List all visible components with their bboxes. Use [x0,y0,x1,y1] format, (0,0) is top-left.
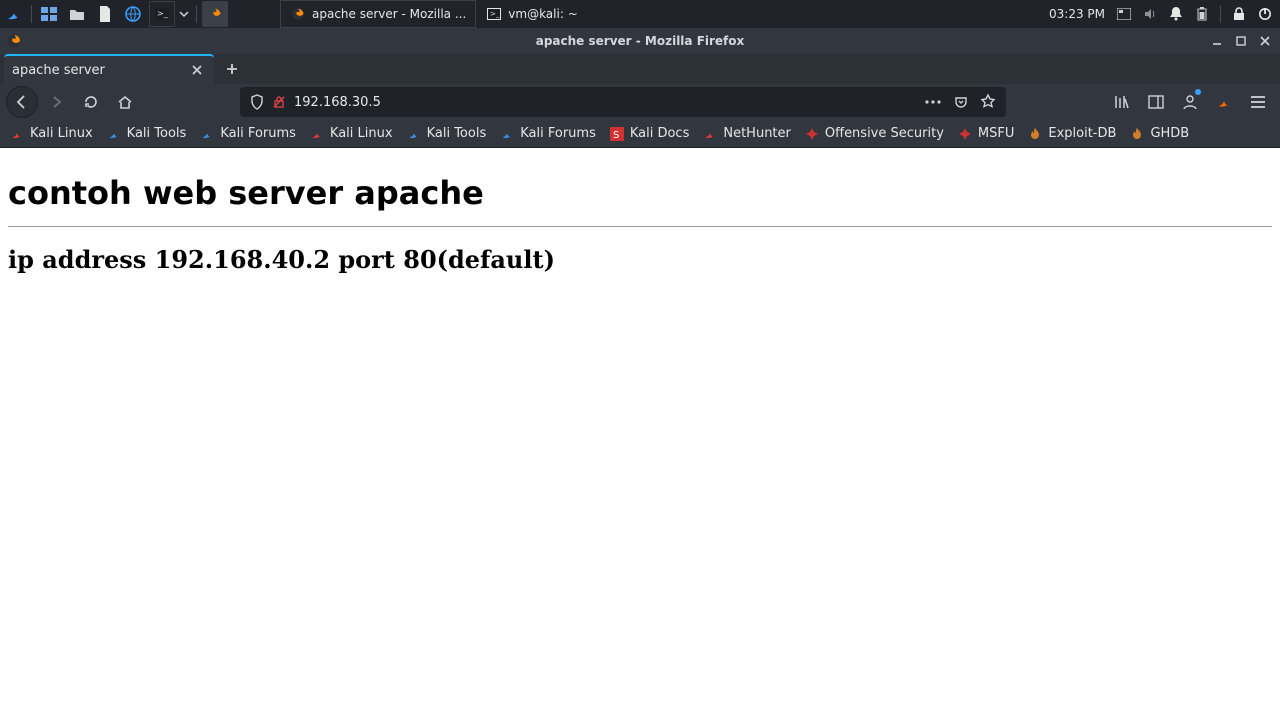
tools-favicon-icon [500,127,514,141]
back-button[interactable] [6,86,38,118]
tab-close-button[interactable] [188,61,206,79]
file-manager-icon[interactable] [63,0,91,28]
kali-favicon-icon [310,127,324,141]
svg-text:S: S [613,130,619,141]
url-bar[interactable]: 192.168.30.5 [240,87,1006,117]
bookmark-label: MSFU [978,126,1014,141]
page-actions-icon[interactable] [924,99,942,105]
dark-favicon-icon [805,127,819,141]
bookmark-item[interactable]: GHDB [1130,126,1189,141]
firefox-titlebar: apache server - Mozilla Firefox [0,28,1280,54]
taskbar-firefox-label: apache server - Mozilla ... [312,7,466,21]
horizontal-rule [8,226,1272,227]
bookmark-item[interactable]: Kali Linux [310,126,393,141]
bookmark-item[interactable]: Kali Tools [407,126,487,141]
home-button[interactable] [110,87,140,117]
svg-text:>_: >_ [490,10,500,18]
os-top-panel: >_ apache server - Mozilla ... >_ vm@kal… [0,0,1280,28]
sidebar-toggle-icon[interactable] [1144,87,1168,117]
web-page-content: contoh web server apache ip address 192.… [0,148,1280,282]
battery-icon[interactable] [1191,0,1213,28]
firefox-app-icon [6,33,22,49]
library-icon[interactable] [1110,87,1134,117]
bookmarks-toolbar: Kali Linux Kali Tools Kali Forums Kali Linu… [0,120,1280,148]
volume-icon[interactable] [1139,0,1161,28]
new-tab-button[interactable] [214,54,250,84]
page-heading: contoh web server apache [8,174,1272,212]
svg-text:>_: >_ [157,9,169,18]
workspace-icon[interactable] [1113,0,1135,28]
bookmark-label: Exploit-DB [1048,126,1116,141]
insecure-site-icon[interactable] [272,95,286,109]
forward-button[interactable] [42,87,72,117]
bookmark-item[interactable]: S Kali Docs [610,126,690,141]
bookmark-label: Kali Forums [220,126,296,141]
flame-favicon-icon [1028,127,1042,141]
bookmark-item[interactable]: NetHunter [703,126,791,141]
window-close-button[interactable] [1256,32,1274,50]
bookmark-item[interactable]: Kali Forums [500,126,596,141]
panel-separator [1220,5,1221,23]
browser-globe-icon[interactable] [119,0,147,28]
shield-icon[interactable] [250,94,264,110]
dark-favicon-icon [958,127,972,141]
bookmark-star-icon[interactable] [980,94,996,110]
taskbar-terminal[interactable]: >_ vm@kali: ~ [476,0,587,28]
bookmark-item[interactable]: Kali Tools [107,126,187,141]
panel-separator [196,5,197,23]
bookmark-label: Kali Linux [30,126,93,141]
document-icon[interactable] [91,0,119,28]
clock[interactable]: 03:23 PM [1045,7,1109,21]
tools-favicon-icon [200,127,214,141]
kali-menu-icon[interactable] [0,0,28,28]
bookmark-label: Kali Tools [427,126,487,141]
terminal-icon: >_ [486,6,502,22]
bookmark-item[interactable]: Kali Linux [10,126,93,141]
bookmark-item[interactable]: Offensive Security [805,126,944,141]
window-maximize-button[interactable] [1232,32,1250,50]
page-subheading: ip address 192.168.40.2 port 80(default) [8,245,1272,274]
terminal-launcher[interactable]: >_ [149,0,191,28]
tools-favicon-icon [407,127,421,141]
bookmark-item[interactable]: MSFU [958,126,1014,141]
firefox-nav-toolbar: 192.168.30.5 [0,84,1280,120]
window-minimize-button[interactable] [1208,32,1226,50]
panel-separator [31,5,32,23]
bookmark-label: Kali Tools [127,126,187,141]
bookmark-label: Kali Linux [330,126,393,141]
bookmark-label: Offensive Security [825,126,944,141]
flame-favicon-icon [1130,127,1144,141]
bookmark-label: GHDB [1150,126,1189,141]
taskbar-firefox[interactable]: apache server - Mozilla ... [280,0,476,28]
system-tray: 03:23 PM [1045,0,1280,28]
firefox-launcher[interactable] [202,0,228,28]
firefox-tab-strip: apache server [0,54,1280,84]
firefox-icon [290,6,306,22]
account-icon[interactable] [1178,87,1202,117]
app-menu-button[interactable] [1246,87,1270,117]
power-icon[interactable] [1254,0,1276,28]
s-favicon-icon: S [610,127,624,141]
show-desktop-icon[interactable] [35,0,63,28]
kali-favicon-icon [10,127,24,141]
browser-tab[interactable]: apache server [4,54,214,84]
tab-title: apache server [12,63,188,78]
taskbar-terminal-label: vm@kali: ~ [508,7,577,21]
kali-extension-icon[interactable] [1212,87,1236,117]
bookmark-item[interactable]: Exploit-DB [1028,126,1116,141]
kali-favicon-icon [703,127,717,141]
reload-button[interactable] [76,87,106,117]
url-text[interactable]: 192.168.30.5 [294,95,916,110]
tools-favicon-icon [107,127,121,141]
chevron-down-icon[interactable] [177,1,191,27]
lock-icon[interactable] [1228,0,1250,28]
bookmark-item[interactable]: Kali Forums [200,126,296,141]
pocket-icon[interactable] [954,95,968,109]
notifications-icon[interactable] [1165,0,1187,28]
bookmark-label: NetHunter [723,126,791,141]
bookmark-label: Kali Docs [630,126,690,141]
bookmark-label: Kali Forums [520,126,596,141]
window-title: apache server - Mozilla Firefox [536,34,745,48]
panel-left: >_ apache server - Mozilla ... >_ vm@kal… [0,0,588,28]
